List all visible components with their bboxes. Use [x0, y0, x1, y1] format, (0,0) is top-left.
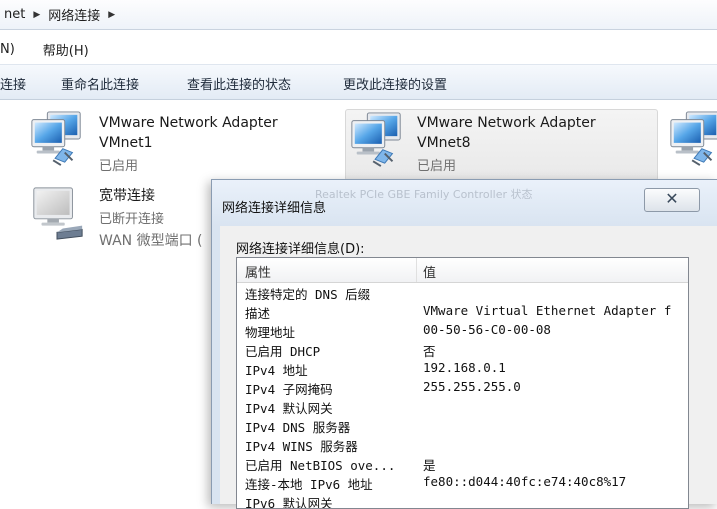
network-adapter-icon	[28, 110, 86, 168]
change-settings-button[interactable]: 更改此连接的设置	[343, 74, 447, 93]
adapter-status: 已断开连接	[99, 212, 165, 227]
adapter-status: 已启用	[99, 159, 139, 174]
breadcrumb-chevron-icon[interactable]: ▶	[29, 10, 44, 20]
network-adapter-icon	[348, 111, 406, 169]
view-status-button[interactable]: 查看此连接的状态	[187, 74, 291, 93]
property-cell: 连接特定的 DNS 后缀	[245, 287, 371, 302]
table-row[interactable]: 物理地址 00-50-56-C0-00-08	[237, 321, 688, 340]
table-row[interactable]: IPv4 DNS 服务器	[237, 416, 688, 435]
menu-bar: N) 帮助(H)	[0, 37, 717, 61]
value-cell: 是	[423, 458, 436, 473]
property-cell: IPv6 默认网关	[245, 496, 333, 509]
column-header-property[interactable]: 属性	[245, 262, 271, 281]
list-header: 属性 值	[237, 258, 688, 283]
rename-connection-button[interactable]: 重命名此连接	[61, 74, 139, 93]
value-cell: 192.168.0.1	[423, 360, 506, 375]
connect-button[interactable]: 连接	[0, 74, 26, 93]
property-cell: 连接-本地 IPv6 地址	[245, 477, 373, 492]
breadcrumb-segment-connections[interactable]: 网络连接	[44, 5, 104, 24]
command-bar: 连接 重命名此连接 查看此连接的状态 更改此连接的设置	[0, 64, 717, 100]
adapter-name: 宽带连接	[99, 188, 155, 204]
table-row[interactable]: 描述 VMware Virtual Ethernet Adapter f	[237, 302, 688, 321]
adapter-vmnet1[interactable]: VMware Network Adapter VMnet1 已启用	[28, 110, 328, 180]
table-row[interactable]: IPv6 默认网关	[237, 492, 688, 509]
property-cell: IPv4 子网掩码	[245, 382, 333, 397]
table-row[interactable]: IPv4 子网掩码 255.255.255.0	[237, 378, 688, 397]
details-list-label: 网络连接详细信息(D):	[236, 242, 365, 257]
adapter-broadband[interactable]: 宽带连接 已断开连接 WAN 微型端口 (	[28, 183, 211, 253]
address-bar[interactable]: net ▶ 网络连接 ▶	[0, 0, 717, 30]
dialog-titlebar[interactable]: Realtek PCIe GBE Family Controller 状态 网络…	[212, 180, 717, 226]
value-cell: 否	[423, 344, 436, 359]
table-row[interactable]: 连接-本地 IPv6 地址 fe80::d044:40fc:e74:40c8%17	[237, 473, 688, 492]
breadcrumb-chevron-icon[interactable]: ▶	[104, 10, 119, 20]
broadband-connection-icon	[28, 183, 86, 243]
value-cell: fe80::d044:40fc:e74:40c8%17	[423, 474, 627, 489]
property-cell: IPv4 WINS 服务器	[245, 439, 358, 454]
adapter-vmnet8[interactable]: VMware Network Adapter VMnet8 已启用	[345, 109, 658, 181]
value-cell: 00-50-56-C0-00-08	[423, 322, 551, 337]
column-header-value[interactable]: 值	[423, 262, 436, 281]
close-button[interactable]: ✕	[644, 188, 700, 212]
table-row[interactable]: IPv4 默认网关	[237, 397, 688, 416]
network-connection-details-dialog: Realtek PCIe GBE Family Controller 状态 网络…	[211, 179, 717, 509]
property-cell: 物理地址	[245, 325, 296, 340]
adapter-name-line2: VMnet8	[417, 135, 471, 151]
property-cell: 描述	[245, 306, 271, 321]
details-list[interactable]: 属性 值 连接特定的 DNS 后缀 描述 VMware Virtual Ethern…	[236, 257, 689, 509]
property-cell: 已启用 DHCP	[245, 344, 321, 359]
network-adapter-icon	[667, 110, 717, 168]
table-row[interactable]: IPv4 WINS 服务器	[237, 435, 688, 454]
background-window-title: Realtek PCIe GBE Family Controller 状态	[315, 188, 533, 201]
adapter-name: VMware Network Adapter	[99, 115, 278, 131]
adapter-device: WAN 微型端口 (	[99, 233, 203, 249]
property-cell: IPv4 DNS 服务器	[245, 420, 351, 435]
dialog-frame	[212, 226, 220, 504]
close-icon: ✕	[665, 189, 679, 208]
column-divider[interactable]	[416, 258, 417, 282]
table-row[interactable]: IPv4 地址 192.168.0.1	[237, 359, 688, 378]
property-cell: 已启用 NetBIOS ove...	[245, 458, 396, 473]
property-cell: IPv4 地址	[245, 363, 308, 378]
breadcrumb-segment-network[interactable]: net	[0, 7, 29, 22]
menu-help[interactable]: 帮助(H)	[23, 40, 97, 59]
dialog-title: 网络连接详细信息	[222, 201, 327, 216]
property-cell: IPv4 默认网关	[245, 401, 333, 416]
adapter-name: VMware Network Adapter	[417, 115, 596, 131]
table-row[interactable]: 连接特定的 DNS 后缀	[237, 283, 688, 302]
value-cell: 255.255.255.0	[423, 379, 521, 394]
table-row[interactable]: 已启用 NetBIOS ove... 是	[237, 454, 688, 473]
adapter-status: 已启用	[417, 159, 457, 174]
adapter-name-line2: VMnet1	[99, 135, 153, 151]
adapter-partial[interactable]	[667, 110, 717, 180]
table-row[interactable]: 已启用 DHCP 否	[237, 340, 688, 359]
value-cell: VMware Virtual Ethernet Adapter f	[423, 303, 672, 318]
menu-view[interactable]: N)	[0, 42, 23, 57]
